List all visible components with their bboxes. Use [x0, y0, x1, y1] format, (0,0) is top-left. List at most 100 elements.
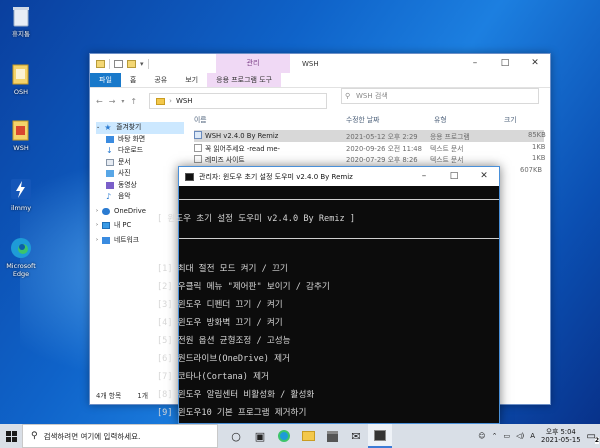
sidebar-item-videos[interactable]: 동영상 — [96, 180, 184, 192]
desktop-icon-osh[interactable]: OSH — [2, 62, 40, 96]
console-titlebar[interactable]: 관리자: 윈도우 초기 설정 도우미 v2.4.0 By Remiz – □ ✕ — [179, 167, 499, 186]
file-row[interactable]: 레미즈 사이트 2020-07-29 오후 8:26 텍스트 문서 1KB — [194, 153, 546, 165]
column-size[interactable]: 크기 — [504, 114, 517, 124]
search-placeholder: WSH 검색 — [356, 92, 388, 100]
properties-icon[interactable] — [114, 59, 123, 68]
close-button[interactable]: ✕ — [469, 167, 499, 186]
menu-item: [4] 윈도우 방화벽 끄기 / 켜기 — [157, 318, 283, 328]
maximize-button[interactable]: □ — [439, 167, 469, 186]
ime-indicator[interactable]: A — [530, 432, 535, 440]
sidebar-item-label: 동영상 — [118, 180, 137, 189]
edge-browser-icon[interactable] — [272, 424, 296, 448]
desktop-icon-ilmmy[interactable]: ilmmy — [2, 178, 40, 212]
sidebar-item-label: 네트워크 — [114, 235, 140, 244]
text-file-icon — [194, 155, 202, 163]
sidebar-item-documents[interactable]: 문서 — [96, 157, 184, 169]
sidebar-item-quick-access[interactable]: ⌄ ★ 즐겨찾기 — [96, 122, 184, 134]
chevron-up-icon[interactable]: ⌃ — [492, 432, 498, 440]
lightning-app-icon — [10, 178, 32, 202]
breadcrumb-wsh[interactable]: WSH — [176, 97, 193, 105]
quick-access-dropdown-icon[interactable]: ▾ — [140, 60, 144, 68]
sidebar-item-label: 문서 — [118, 157, 131, 166]
application-icon — [194, 131, 202, 139]
network-icon — [102, 236, 110, 244]
menu-item: [3] 윈도우 디펜더 끄기 / 켜기 — [157, 300, 283, 310]
divider — [179, 238, 499, 239]
minimize-button[interactable]: – — [409, 167, 439, 186]
file-size: 1KB — [532, 154, 546, 162]
forward-arrow-icon[interactable]: → — [109, 97, 116, 106]
star-icon: ★ — [104, 123, 112, 133]
windows-logo-icon — [5, 430, 17, 442]
search-input[interactable]: ⚲ WSH 검색 — [341, 88, 539, 104]
console-title: 관리자: 윈도우 초기 설정 도우미 v2.4.0 By Remiz — [199, 172, 353, 181]
tab-share[interactable]: 공유 — [145, 73, 176, 87]
minimize-button[interactable]: – — [460, 54, 490, 73]
tab-view[interactable]: 보기 — [176, 73, 207, 87]
file-type: 텍스트 문서 — [430, 156, 464, 164]
file-type: 응용 프로그램 — [430, 133, 470, 141]
tab-home[interactable]: 홈 — [121, 73, 145, 87]
new-folder-icon[interactable] — [127, 59, 136, 68]
tab-app-tools[interactable]: 응용 프로그램 도구 — [207, 73, 282, 87]
maximize-button[interactable]: □ — [490, 54, 520, 73]
computer-icon — [102, 222, 110, 230]
sidebar-item-pictures[interactable]: 사진 — [96, 168, 184, 180]
cortana-icon[interactable]: ○ — [224, 424, 248, 448]
start-button[interactable] — [0, 424, 22, 448]
console-output[interactable]: [ 윈도우 초기 설정 도우미 v2.4.0 By Remiz ] [1] 최대… — [157, 186, 499, 425]
clock[interactable]: 오후 5:04 2021-05-15 — [541, 428, 581, 445]
file-row[interactable]: WSH v2.4.0 By Remiz 2021-05-12 오후 2:29 응… — [194, 130, 546, 142]
folder-icon — [10, 118, 32, 142]
system-tray: ☺ ⌃ ▭ ◁) A 오후 5:04 2021-05-15 ▭ 2 — [478, 424, 600, 448]
search-icon: ⚲ — [345, 92, 351, 100]
up-arrow-icon[interactable]: ↑ — [130, 97, 137, 106]
recycle-bin-icon — [10, 4, 32, 28]
file-size: 1KB — [532, 142, 546, 151]
taskbar: ⚲ 검색하려면 여기에 입력하세요. ○ ▣ ✉ ☺ ⌃ ▭ ◁) A 오후 5… — [0, 424, 600, 448]
cloud-icon — [102, 207, 110, 215]
back-arrow-icon[interactable]: ← — [96, 97, 103, 106]
window-title: WSH — [302, 60, 319, 68]
item-count: 4개 항목 — [96, 392, 122, 400]
column-name[interactable]: 이름 — [194, 114, 207, 124]
address-bar[interactable]: › WSH — [149, 93, 328, 109]
network-icon[interactable]: ▭ — [503, 432, 510, 440]
explorer-titlebar[interactable]: ▾ 관리 WSH – □ ✕ — [90, 54, 550, 73]
volume-icon[interactable]: ◁) — [516, 432, 524, 440]
desktop-icon-wsh[interactable]: WSH — [2, 118, 40, 152]
desktop-icon-label: WSH — [13, 144, 29, 152]
notification-icon[interactable]: ▭ 2 — [587, 431, 599, 444]
text-file-icon — [194, 143, 202, 152]
store-icon[interactable] — [320, 424, 344, 448]
task-view-icon[interactable]: ▣ — [248, 424, 272, 448]
manage-contextual-tab[interactable]: 관리 — [216, 54, 290, 73]
person-icon[interactable]: ☺ — [478, 432, 485, 440]
desktop-icon-label: 휴지통 — [12, 30, 30, 38]
sidebar-item-desktop[interactable]: 바탕 화면 — [96, 134, 184, 146]
taskbar-search-placeholder: 검색하려면 여기에 입력하세요. — [43, 431, 141, 441]
chevron-right-icon: › — [96, 222, 98, 228]
close-button[interactable]: ✕ — [520, 54, 550, 73]
column-type[interactable]: 유형 — [434, 114, 447, 124]
console-taskbar-icon[interactable] — [368, 424, 392, 448]
music-icon: ♪ — [106, 192, 112, 202]
recent-locations-icon[interactable]: ▾ — [121, 98, 124, 105]
mail-icon[interactable]: ✉ — [344, 424, 368, 448]
file-row[interactable]: 꼭 읽어주세요 -read me- 2020-09-26 오전 11:48 텍스… — [194, 142, 546, 154]
notification-badge: 2 — [594, 436, 599, 444]
sidebar-item-music[interactable]: ♪ 음악 — [96, 191, 184, 203]
desktop-icon-edge[interactable]: Microsoft Edge — [2, 236, 40, 278]
navigation-pane: ⌄ ★ 즐겨찾기 바탕 화면 ↓ 다운로드 문서 사진 동영상 ♪ 음악 › OneDri… — [96, 122, 184, 246]
file-explorer-icon[interactable] — [296, 424, 320, 448]
sidebar-item-downloads[interactable]: ↓ 다운로드 — [96, 145, 184, 157]
sidebar-item-network[interactable]: › 네트워크 — [96, 235, 184, 247]
breadcrumb-chevron-icon: › — [169, 97, 172, 105]
desktop-icon — [106, 135, 114, 143]
console-window[interactable]: 관리자: 윈도우 초기 설정 도우미 v2.4.0 By Remiz – □ ✕… — [157, 166, 500, 425]
taskbar-search-box[interactable]: ⚲ 검색하려면 여기에 입력하세요. — [22, 424, 218, 448]
column-date[interactable]: 수정한 날짜 — [346, 114, 379, 124]
folder-icon — [156, 97, 166, 105]
tab-file[interactable]: 파일 — [90, 73, 121, 87]
desktop-icon-recycle-bin[interactable]: 휴지통 — [2, 4, 40, 38]
